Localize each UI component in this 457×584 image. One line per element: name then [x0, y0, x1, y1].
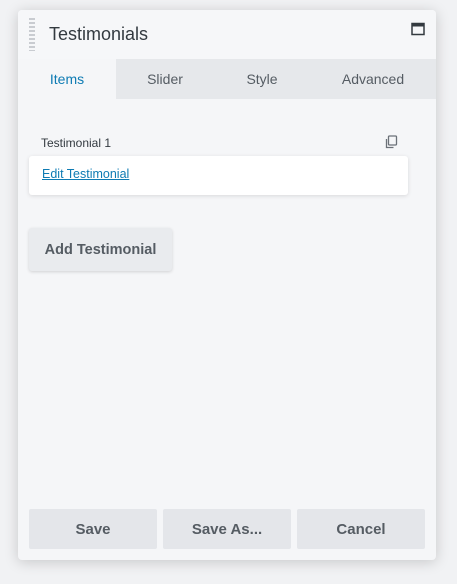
items-tab-content: Testimonial 1 Edit Testimonial Add Testi… — [18, 99, 436, 499]
panel-title: Testimonials — [49, 24, 149, 44]
testimonial-item-card: Edit Testimonial — [29, 156, 408, 195]
tab-items[interactable]: Items — [18, 59, 116, 99]
edit-testimonial-link[interactable]: Edit Testimonial — [42, 167, 129, 181]
panel-footer: Save Save As... Cancel — [29, 509, 425, 549]
copy-icon[interactable] — [384, 135, 398, 149]
panel-header[interactable]: Testimonials — [18, 10, 436, 59]
tab-advanced[interactable]: Advanced — [310, 59, 436, 99]
settings-panel: Testimonials Items Slider Style Advanced… — [18, 10, 436, 560]
tab-slider[interactable]: Slider — [116, 59, 214, 99]
cancel-button[interactable]: Cancel — [297, 509, 425, 549]
testimonial-item-label: Testimonial 1 — [41, 136, 112, 150]
tab-style[interactable]: Style — [214, 59, 310, 99]
save-button[interactable]: Save — [29, 509, 157, 549]
add-testimonial-button[interactable]: Add Testimonial — [29, 228, 172, 271]
maximize-icon[interactable] — [411, 22, 425, 36]
save-as-button[interactable]: Save As... — [163, 509, 291, 549]
tab-bar: Items Slider Style Advanced — [18, 59, 436, 99]
drag-handle-icon[interactable] — [29, 18, 35, 51]
